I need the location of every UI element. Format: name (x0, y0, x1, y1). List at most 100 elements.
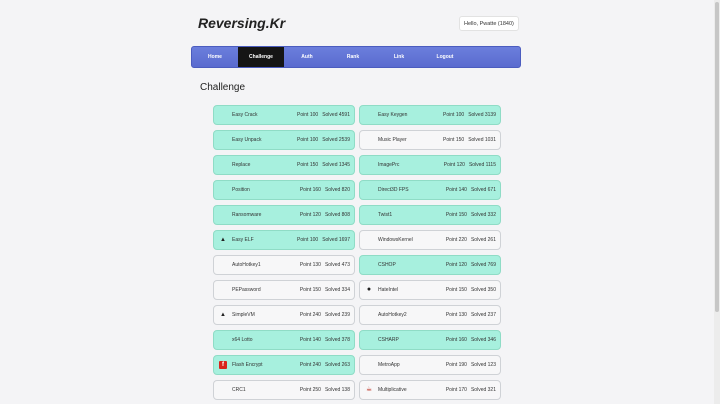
nav-challenge[interactable]: Challenge (238, 47, 284, 67)
challenge-name: Easy ELF (232, 237, 254, 243)
windows-icon (365, 311, 373, 319)
challenge-card[interactable]: PEPassword Point 150 Solved 334 (213, 280, 355, 300)
nav-link[interactable]: Link (376, 47, 422, 67)
challenge-solved-count: Solved 237 (470, 312, 496, 318)
challenge-solved-count: Solved 332 (470, 212, 496, 218)
challenge-card[interactable]: ImagePrc Point 120 Solved 1115 (359, 155, 501, 175)
challenge-name: WindowsKernel (378, 237, 413, 243)
challenge-name: CSHARP (378, 337, 399, 343)
challenge-point: Point 130 (299, 262, 321, 268)
challenge-solved-count: Solved 1697 (322, 237, 350, 243)
challenge-name: MetroApp (378, 362, 400, 368)
challenge-card[interactable]: ▲ SimpleVM Point 240 Solved 239 (213, 305, 355, 325)
challenge-card[interactable]: WindowsKernel Point 220 Solved 261 (359, 230, 501, 250)
challenge-name: Easy Crack (232, 112, 258, 118)
challenge-name: Replace (232, 162, 251, 168)
challenge-point: Point 240 (299, 312, 321, 318)
challenge-meta: Point 100 Solved 4591 (297, 112, 350, 118)
challenge-card[interactable]: Easy Keygen Point 100 Solved 3139 (359, 105, 501, 125)
windows-icon (365, 236, 373, 244)
challenge-card[interactable]: x64 Lotto Point 140 Solved 378 (213, 330, 355, 350)
challenge-name: Music Player (378, 137, 407, 143)
site-logo[interactable]: Reversing.Kr (198, 15, 285, 31)
challenge-point: Point 160 (299, 187, 321, 193)
challenge-card[interactable]: Ransomware Point 120 Solved 808 (213, 205, 355, 225)
challenge-name: HateIntel (378, 287, 399, 293)
challenge-solved-count: Solved 808 (324, 212, 350, 218)
challenge-card[interactable]: ☕ Multiplicative Point 170 Solved 321 (359, 380, 501, 400)
challenge-point: Point 190 (445, 362, 467, 368)
challenge-meta: Point 130 Solved 237 (446, 312, 496, 318)
challenge-point: Point 150 (445, 212, 467, 218)
challenge-point: Point 120 (443, 162, 465, 168)
challenge-card[interactable]: Easy Unpack Point 100 Solved 2539 (213, 130, 355, 150)
challenge-solved-count: Solved 138 (324, 387, 350, 393)
challenge-solved-count: Solved 820 (324, 187, 350, 193)
challenge-point: Point 140 (299, 337, 321, 343)
challenge-name: Flash Encrypt (232, 362, 263, 368)
nav-auth[interactable]: Auth (284, 47, 330, 67)
challenge-card[interactable]: Direct3D FPS Point 140 Solved 671 (359, 180, 501, 200)
scrollbar[interactable] (714, 0, 720, 404)
windows-icon (219, 111, 227, 119)
windows-icon (219, 336, 227, 344)
windows-icon (365, 111, 373, 119)
challenge-card[interactable]: Twist1 Point 150 Solved 332 (359, 205, 501, 225)
windows-icon (219, 261, 227, 269)
challenge-card[interactable]: MetroApp Point 190 Solved 123 (359, 355, 501, 375)
challenge-meta: Point 140 Solved 671 (446, 187, 496, 193)
challenge-solved-count: Solved 263 (324, 362, 350, 368)
challenge-solved-count: Solved 239 (324, 312, 350, 318)
challenge-card[interactable]: Position Point 160 Solved 820 (213, 180, 355, 200)
challenge-point: Point 120 (445, 262, 467, 268)
linux-icon: ▲ (220, 312, 226, 318)
challenge-meta: Point 100 Solved 2539 (297, 137, 350, 143)
challenge-point: Point 100 (297, 137, 319, 143)
challenge-card[interactable]: CSHARP Point 160 Solved 346 (359, 330, 501, 350)
challenge-meta: Point 150 Solved 350 (446, 287, 496, 293)
nav-home[interactable]: Home (192, 47, 238, 67)
challenge-meta: Point 160 Solved 346 (446, 337, 496, 343)
challenge-meta: Point 150 Solved 1031 (443, 137, 496, 143)
challenge-meta: Point 130 Solved 473 (300, 262, 350, 268)
challenge-card[interactable]: Replace Point 150 Solved 1345 (213, 155, 355, 175)
challenge-point: Point 150 (297, 162, 319, 168)
challenge-meta: Point 120 Solved 808 (300, 212, 350, 218)
challenge-card[interactable]: f Flash Encrypt Point 240 Solved 263 (213, 355, 355, 375)
challenge-point: Point 120 (299, 212, 321, 218)
nav-logout[interactable]: Logout (422, 47, 468, 67)
challenge-card[interactable]: AutoHotkey1 Point 130 Solved 473 (213, 255, 355, 275)
challenge-card[interactable]: Easy Crack Point 100 Solved 4591 (213, 105, 355, 125)
windows-icon (219, 386, 227, 394)
java-icon: ☕ (365, 386, 373, 393)
challenge-meta: Point 100 Solved 1697 (297, 237, 350, 243)
challenge-name: Ransomware (232, 212, 262, 218)
scrollbar-thumb[interactable] (715, 2, 719, 312)
challenge-card[interactable]: AutoHotkey2 Point 130 Solved 237 (359, 305, 501, 325)
challenge-solved-count: Solved 350 (470, 287, 496, 293)
challenge-solved-count: Solved 671 (470, 187, 496, 193)
challenge-name: Position (232, 187, 250, 193)
windows-icon (365, 261, 373, 269)
challenge-point: Point 100 (297, 112, 319, 118)
challenge-solved-count: Solved 123 (470, 362, 496, 368)
challenge-card[interactable]: CRC1 Point 250 Solved 138 (213, 380, 355, 400)
challenge-card[interactable]: ▲ Easy ELF Point 100 Solved 1697 (213, 230, 355, 250)
challenge-solved-count: Solved 2539 (322, 137, 350, 143)
challenge-solved-count: Solved 261 (470, 237, 496, 243)
page-title: Challenge (200, 82, 246, 93)
challenge-card[interactable]: Music Player Point 150 Solved 1031 (359, 130, 501, 150)
windows-icon (219, 186, 227, 194)
challenge-name: Easy Keygen (378, 112, 408, 118)
challenge-card[interactable]: ● HateIntel Point 150 Solved 350 (359, 280, 501, 300)
nav-rank[interactable]: Rank (330, 47, 376, 67)
challenge-point: Point 250 (299, 387, 321, 393)
challenge-grid: Easy Crack Point 100 Solved 4591 Easy Keyge… (213, 105, 501, 400)
challenge-card[interactable]: CSHOP Point 120 Solved 769 (359, 255, 501, 275)
challenge-name: Direct3D FPS (378, 187, 409, 193)
challenge-solved-count: Solved 473 (324, 262, 350, 268)
challenge-solved-count: Solved 3139 (468, 112, 496, 118)
challenge-meta: Point 240 Solved 263 (300, 362, 350, 368)
challenge-meta: Point 100 Solved 3139 (443, 112, 496, 118)
challenge-name: x64 Lotto (232, 337, 253, 343)
